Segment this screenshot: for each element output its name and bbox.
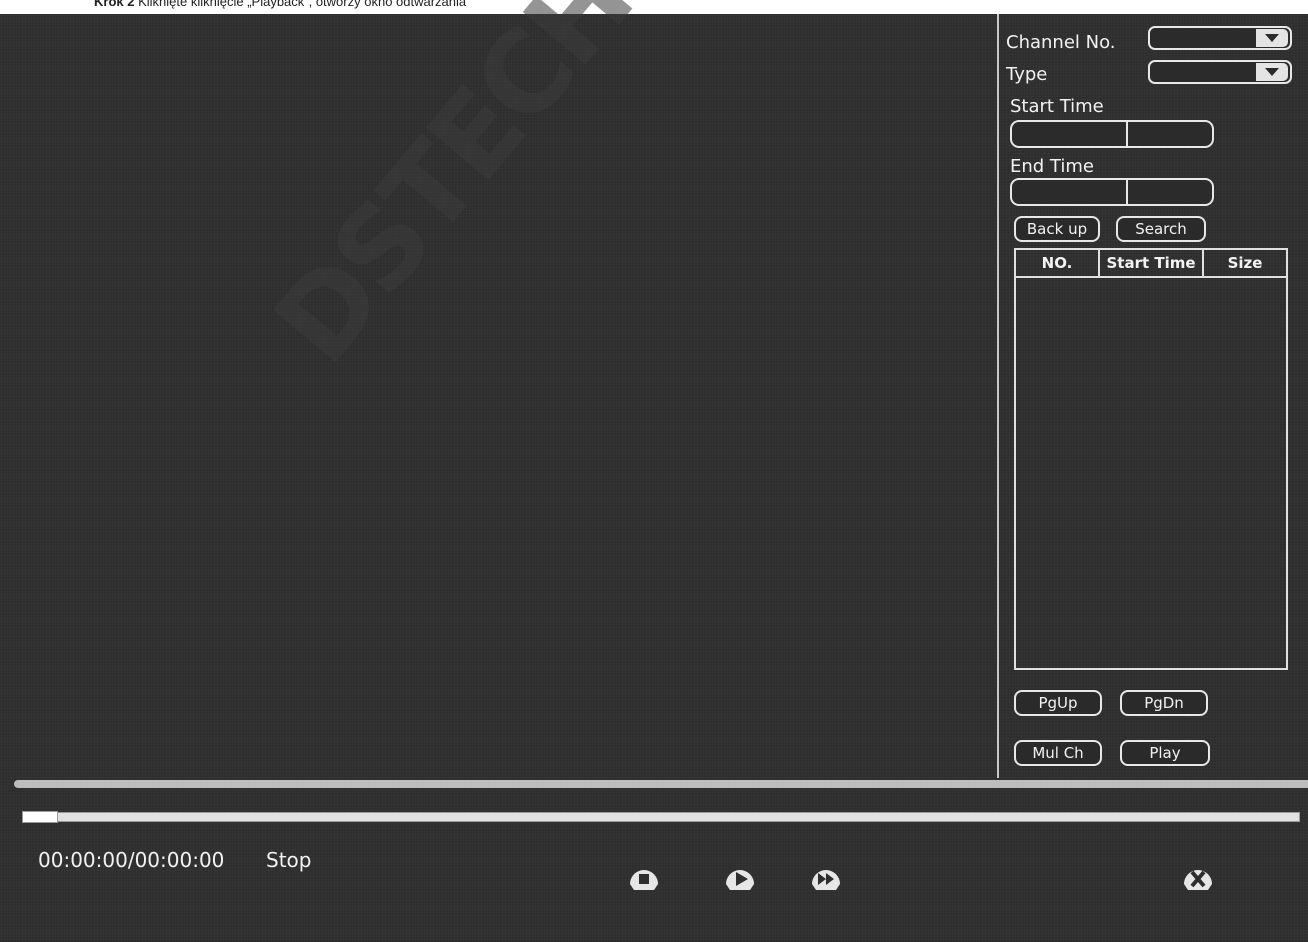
channel-label: Channel No. <box>1006 32 1116 53</box>
end-time-input[interactable] <box>1010 178 1214 206</box>
playback-progress-track[interactable] <box>22 812 1300 822</box>
date-time-separator <box>1126 122 1128 146</box>
playback-status: Stop <box>266 848 312 872</box>
date-time-separator <box>1126 180 1128 204</box>
page-down-button[interactable]: PgDn <box>1120 690 1208 716</box>
page-up-button[interactable]: PgUp <box>1014 690 1102 716</box>
playback-time: 00:00:00/00:00:00 <box>38 848 225 872</box>
multi-channel-button[interactable]: Mul Ch <box>1014 740 1102 766</box>
play-icon[interactable] <box>722 860 758 896</box>
column-header-size: Size <box>1202 250 1286 276</box>
exit-icon[interactable] <box>1180 860 1216 896</box>
play-button[interactable]: Play <box>1120 740 1210 766</box>
type-label: Type <box>1006 64 1048 85</box>
playback-window: DSTECHNIK Channel No. Type Start Time En… <box>0 0 1308 942</box>
start-time-input[interactable] <box>1010 120 1214 148</box>
panel-divider <box>997 14 999 778</box>
chevron-down-icon[interactable] <box>1256 63 1288 81</box>
window-separator-bar <box>14 780 1308 788</box>
chevron-down-icon[interactable] <box>1256 29 1288 47</box>
search-panel: Channel No. Type Start Time End Time Bac… <box>1000 14 1308 778</box>
table-header: NO. Start Time Size <box>1016 250 1286 278</box>
type-select[interactable] <box>1148 60 1292 84</box>
table-body[interactable] <box>1016 278 1286 668</box>
backup-button[interactable]: Back up <box>1014 216 1100 242</box>
video-display-area[interactable]: DSTECHNIK <box>0 0 996 778</box>
channel-select[interactable] <box>1148 26 1292 50</box>
stop-icon[interactable] <box>626 860 662 896</box>
watermark-logo: DSTECHNIK <box>250 0 793 388</box>
search-button[interactable]: Search <box>1116 216 1206 242</box>
playback-progress-thumb[interactable] <box>22 811 58 823</box>
fast-forward-icon[interactable] <box>808 860 844 896</box>
record-file-table: NO. Start Time Size <box>1014 248 1288 670</box>
start-time-label: Start Time <box>1010 96 1104 117</box>
end-time-label: End Time <box>1010 156 1094 177</box>
caption-prefix: Krok 2 <box>94 0 135 9</box>
column-header-no: NO. <box>1041 254 1073 272</box>
caption-text: Kliknięte kliknięcie „Playback”, otworzy… <box>138 0 467 9</box>
column-header-start-time: Start Time <box>1098 250 1202 276</box>
document-caption: Krok 2 Kliknięte kliknięcie „Playback”, … <box>94 0 466 10</box>
